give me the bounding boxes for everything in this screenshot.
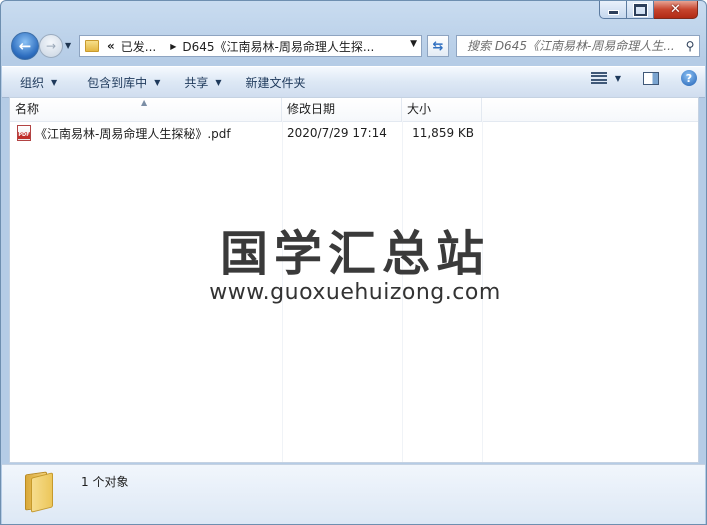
watermark-url: www.guoxuehuizong.com [209, 280, 501, 305]
arrow-left-icon: ← [18, 37, 32, 55]
breadcrumb-overflow[interactable]: « [107, 39, 115, 53]
address-bar[interactable]: « 已发... ▶ D645《江南易林-周易命理人生探... ▼ [79, 35, 422, 57]
share-label: 共享 [184, 75, 209, 90]
toolbar-right-controls: ▼ ? [590, 70, 697, 86]
back-button[interactable]: ← [11, 32, 39, 60]
sort-ascending-icon: ▲ [141, 98, 148, 107]
watermark-title: 国学汇总站 [219, 226, 490, 282]
column-date-label: 修改日期 [287, 102, 336, 116]
address-dropdown-icon[interactable]: ▼ [410, 39, 417, 49]
details-pane: 1 个对象 [2, 464, 705, 524]
new-folder-label: 新建文件夹 [245, 75, 306, 90]
breadcrumb-current[interactable]: D645《江南易林-周易命理人生探... [182, 38, 374, 55]
forward-button[interactable]: → [39, 34, 63, 58]
caption-buttons: ✕ [599, 1, 698, 23]
help-icon[interactable]: ? [681, 70, 697, 86]
include-library-label: 包含到库中 [87, 75, 148, 90]
preview-pane-icon[interactable] [643, 71, 659, 85]
file-name: 《江南易林-周易命理人生探秘》.pdf [35, 126, 231, 141]
folder-icon [85, 40, 99, 52]
include-library-menu-button[interactable]: 包含到库中 ▼ [75, 70, 172, 94]
column-name-label: 名称 [15, 102, 40, 116]
arrow-right-icon: → [45, 39, 57, 53]
close-button[interactable]: ✕ [654, 1, 698, 19]
search-input[interactable] [457, 38, 681, 54]
file-size: 11,859 KB [412, 126, 474, 140]
chevron-down-icon: ▼ [215, 77, 222, 87]
file-list[interactable]: 名称 ▲ 修改日期 大小 PDF 《江南易林-周易命理人生探秘》.pdf 202… [9, 97, 699, 463]
item-count: 1 个对象 [81, 475, 129, 489]
organize-label: 组织 [20, 75, 45, 90]
refresh-button[interactable]: ⇆ [427, 35, 449, 57]
column-header-date[interactable]: 修改日期 [282, 98, 402, 121]
file-row[interactable]: PDF 《江南易林-周易命理人生探秘》.pdf [17, 123, 231, 143]
chevron-down-icon: ▼ [51, 77, 58, 87]
chevron-down-icon: ▼ [65, 41, 72, 50]
breadcrumb-parent[interactable]: 已发... [121, 38, 156, 55]
explorer-window: ✕ ← → ▼ « 已发... ▶ D645《江南易林-周易命理人生探... ▼… [0, 0, 707, 525]
organize-menu-button[interactable]: 组织 ▼ [2, 70, 69, 94]
command-bar: 组织 ▼ 包含到库中 ▼ 共享 ▼ 新建文件夹 ▼ ? [2, 66, 705, 98]
minimize-icon [607, 10, 619, 15]
view-list-icon [590, 72, 607, 84]
minimize-button[interactable] [599, 1, 627, 19]
column-header-name[interactable]: 名称 ▲ [10, 98, 282, 121]
pdf-file-icon: PDF [17, 125, 31, 141]
recent-pages-button[interactable]: ▼ [65, 41, 73, 50]
search-icon[interactable]: ⚲ [681, 39, 699, 53]
close-icon: ✕ [670, 2, 681, 17]
maximize-icon [633, 3, 647, 16]
column-size-label: 大小 [407, 102, 432, 116]
change-view-button[interactable]: ▼ [590, 72, 621, 84]
share-menu-button[interactable]: 共享 ▼ [172, 70, 233, 94]
file-date: 2020/7/29 17:14 [287, 126, 387, 140]
new-folder-button[interactable]: 新建文件夹 [234, 70, 318, 94]
search-box[interactable]: ⚲ [456, 35, 700, 57]
maximize-button[interactable] [627, 1, 654, 19]
folder-icon [23, 471, 57, 513]
navigation-bar: ← → ▼ « 已发... ▶ D645《江南易林-周易命理人生探... ▼ ⇆… [9, 32, 700, 62]
column-headers: 名称 ▲ 修改日期 大小 [10, 98, 698, 122]
chevron-down-icon: ▼ [614, 73, 621, 83]
breadcrumb-arrow-icon[interactable]: ▶ [170, 42, 176, 51]
refresh-icon: ⇆ [432, 38, 444, 54]
column-header-size[interactable]: 大小 [402, 98, 482, 121]
chevron-down-icon: ▼ [154, 77, 161, 87]
